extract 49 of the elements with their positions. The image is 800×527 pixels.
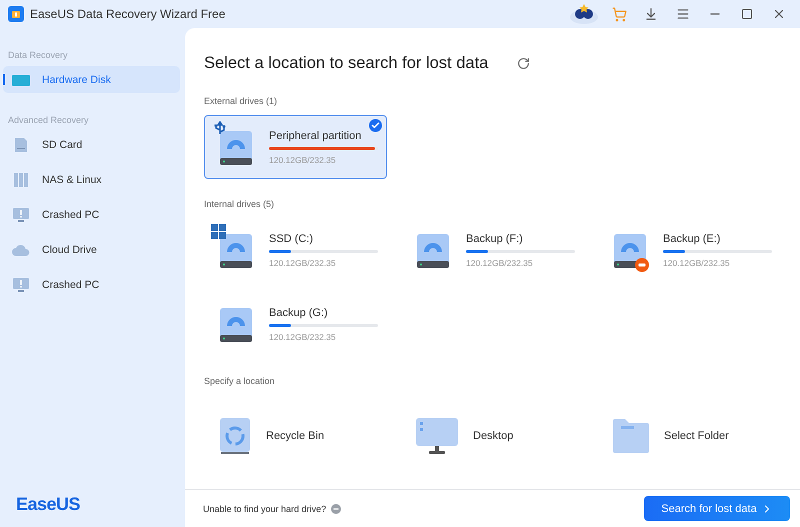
monitor-warning-icon — [12, 206, 30, 222]
server-icon — [12, 172, 30, 188]
sidebar-item[interactable]: NAS & Linux — [3, 166, 180, 193]
drive-name: Backup (G:) — [269, 306, 329, 318]
drive-name: Backup (E:) — [663, 232, 722, 244]
location-label[interactable]: Select Folder — [664, 430, 729, 442]
location-label[interactable]: Desktop — [473, 430, 514, 442]
location-label[interactable]: Recycle Bin — [266, 430, 324, 442]
hard-drive-icon — [219, 232, 253, 270]
help-text: Unable to find your hard drive? — [203, 504, 326, 514]
drive-size: 120.12GB/232.35 — [269, 258, 337, 268]
folder-icon — [612, 418, 650, 454]
drive-size: 120.12GB/232.35 — [269, 154, 337, 164]
logo: EaseUS — [16, 494, 82, 515]
sidebar-item[interactable]: Crashed PC — [3, 271, 180, 298]
window-title: EaseUS Data Recovery Wizard Free — [30, 7, 226, 21]
monitor-icon — [415, 417, 459, 455]
usb-icon — [212, 121, 228, 137]
hard-drive-icon — [219, 306, 253, 344]
error-icon — [635, 258, 649, 272]
sd-card-icon — [12, 136, 30, 152]
sidebar-item[interactable]: SD Card — [3, 131, 180, 158]
recycle-bin-icon — [218, 417, 252, 455]
section-label: Advanced Recovery — [7, 115, 90, 125]
sidebar-item[interactable]: Cloud Drive — [3, 236, 180, 263]
group-label: External drives (1) — [204, 96, 278, 106]
sidebar-item[interactable]: Crashed PC — [3, 201, 180, 228]
group-label: Internal drives (5) — [204, 199, 276, 209]
windows-icon — [211, 224, 227, 240]
drive-name: Peripheral partition — [269, 130, 362, 142]
hard-drive-icon — [219, 129, 253, 167]
monitor-warning-icon — [12, 276, 30, 292]
sidebar-item[interactable]: Hardware Disk — [3, 66, 180, 93]
drive-name: Backup (F:) — [466, 232, 524, 244]
app-icon — [8, 6, 24, 22]
search-button[interactable]: Search for lost data — [644, 496, 790, 521]
avatar-icon[interactable] — [568, 3, 600, 25]
drive-card[interactable]: Peripheral partition 120.12GB/232.35 — [204, 115, 387, 179]
drive-size: 120.12GB/232.35 — [663, 258, 731, 268]
group-label: Specify a location — [204, 376, 276, 386]
hard-drive-icon — [613, 232, 647, 270]
drive-size: 120.12GB/232.35 — [466, 258, 534, 268]
hard-drive-icon — [416, 232, 450, 270]
drive-size: 120.12GB/232.35 — [269, 332, 337, 342]
check-icon — [369, 119, 382, 132]
page-heading: Select a location to search for lost data — [204, 54, 488, 72]
drive-name: SSD (C:) — [269, 232, 314, 244]
section-label: Data Recovery — [7, 50, 69, 60]
help-icon[interactable] — [331, 504, 342, 514]
